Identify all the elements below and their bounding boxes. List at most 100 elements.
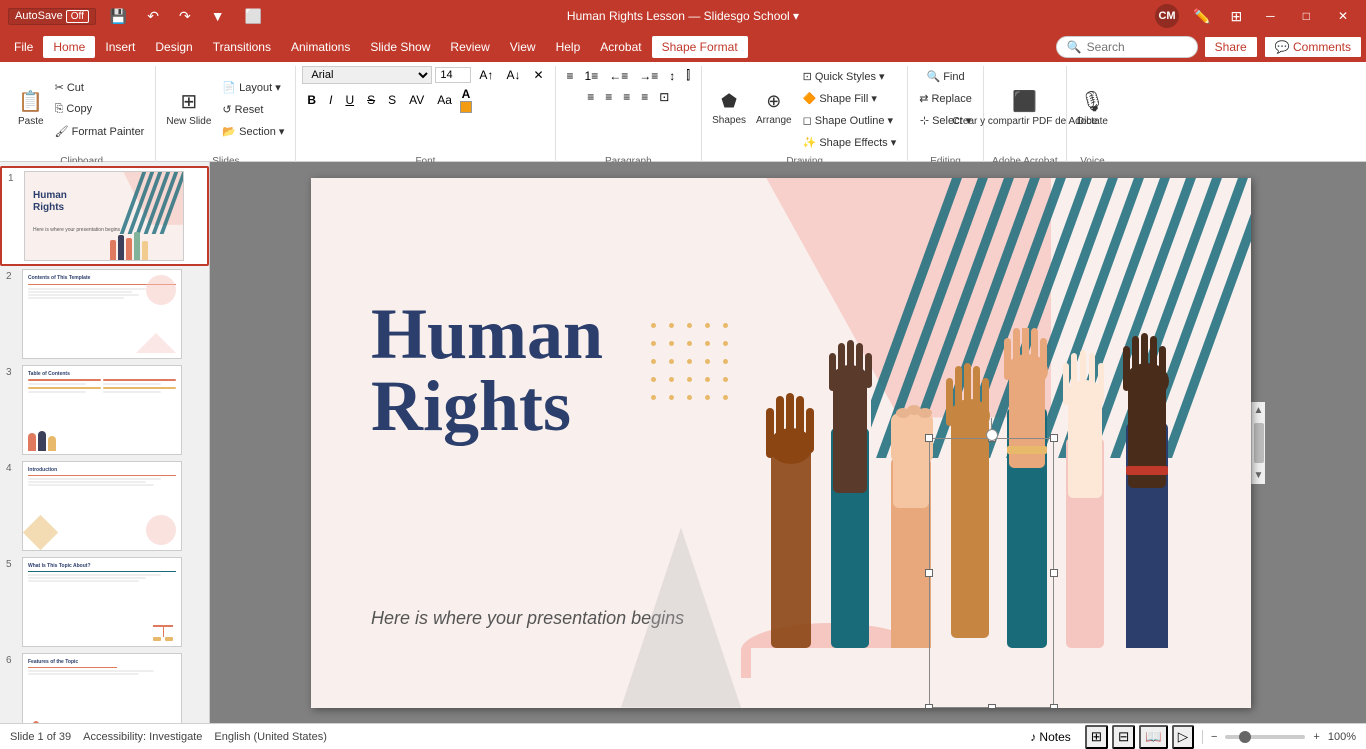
shape-outline-button[interactable]: ◻ Shape Outline ▾ — [798, 110, 902, 130]
change-case-button[interactable]: Aa — [432, 91, 457, 109]
menu-view[interactable]: View — [500, 36, 546, 58]
strikethrough-button[interactable]: S — [362, 91, 380, 109]
font-decrease-button[interactable]: A↓ — [501, 66, 525, 84]
increase-indent-button[interactable]: →≡ — [634, 67, 663, 85]
menu-acrobat[interactable]: Acrobat — [590, 36, 651, 58]
menu-file[interactable]: File — [4, 36, 43, 58]
slide-item-1[interactable]: 1 — [0, 166, 209, 266]
slide-item-6[interactable]: 6 Features of the Topic — [0, 650, 209, 723]
search-input[interactable] — [1087, 40, 1187, 54]
menu-help[interactable]: Help — [546, 36, 591, 58]
present-button[interactable]: ⬜ — [239, 6, 268, 27]
canvas-area: Human Rights Here is where your presenta… — [210, 162, 1366, 723]
shape-fill-button[interactable]: 🔶 Shape Fill ▾ — [798, 88, 902, 108]
cut-button[interactable]: ✂ Cut — [50, 77, 150, 97]
menu-slideshow[interactable]: Slide Show — [360, 36, 440, 58]
align-right-button[interactable]: ≡ — [618, 88, 635, 106]
autosave-button[interactable]: AutoSave Off — [8, 8, 96, 25]
layout-button[interactable]: 📄 Layout ▾ — [217, 77, 289, 97]
font-size-input[interactable] — [435, 67, 471, 83]
new-slide-button[interactable]: ⊞ New Slide — [162, 83, 215, 135]
font-color-swatch[interactable] — [460, 101, 472, 113]
slide-num-6: 6 — [6, 655, 18, 666]
comments-button[interactable]: 💬 Comments — [1264, 36, 1362, 58]
dictate-button[interactable]: 🎙 Dictate — [1073, 83, 1112, 135]
quick-styles-button[interactable]: ⊡ Quick Styles ▾ — [798, 66, 902, 86]
restore-button[interactable]: □ — [1293, 5, 1320, 27]
bullets-button[interactable]: ≡ — [562, 67, 579, 85]
numbering-button[interactable]: 1≡ — [580, 67, 604, 85]
font-content: Arial A↑ A↓ ✕ B I U S S AV Aa A — [302, 66, 548, 154]
underline-button[interactable]: U — [340, 91, 359, 109]
s6-title: Features of the Topic — [28, 659, 176, 665]
notes-button[interactable]: ♪ Notes — [1024, 728, 1077, 746]
font-increase-button[interactable]: A↑ — [474, 66, 498, 84]
shape-effects-button[interactable]: ✨ Shape Effects ▾ — [798, 132, 902, 152]
slide-subtitle[interactable]: Here is where your presentation begins — [371, 608, 684, 629]
share-button[interactable]: Share — [1204, 36, 1258, 58]
slide-item-3[interactable]: 3 Table of Contents — [0, 362, 209, 458]
font-family-select[interactable]: Arial — [302, 66, 432, 84]
align-left-button[interactable]: ≡ — [582, 88, 599, 106]
right-scrollbar[interactable]: ▲ ▼ — [1251, 402, 1265, 484]
slide-item-2[interactable]: 2 Contents of This Template — [0, 266, 209, 362]
menu-insert[interactable]: Insert — [95, 36, 145, 58]
reset-button[interactable]: ↺ Reset — [217, 99, 289, 119]
slide-thumb-6: Features of the Topic — [22, 653, 182, 723]
italic-button[interactable]: I — [324, 91, 337, 109]
new-slide-icon: ⊞ — [180, 90, 197, 114]
replace-button[interactable]: ⇄ Replace — [914, 88, 977, 108]
autosave-state[interactable]: Off — [66, 10, 89, 23]
scroll-up-arrow[interactable]: ▲ — [1251, 402, 1267, 419]
align-center-button[interactable]: ≡ — [600, 88, 617, 106]
menu-shape-format[interactable]: Shape Format — [652, 36, 748, 58]
menu-home[interactable]: Home — [43, 36, 95, 58]
slides-content: ⊞ New Slide 📄 Layout ▾ ↺ Reset 📂 Section… — [162, 66, 289, 154]
quick-access-button[interactable]: ▼ — [205, 6, 231, 26]
font-row-2: B I U S S AV Aa A — [302, 87, 472, 113]
columns-button[interactable]: ⫿ — [681, 66, 695, 85]
smart-art-button[interactable]: ⊡ — [654, 88, 674, 106]
minimize-button[interactable]: ─ — [1256, 5, 1285, 27]
menu-animations[interactable]: Animations — [281, 36, 360, 58]
slide-canvas[interactable]: Human Rights Here is where your presenta… — [311, 178, 1251, 708]
search-box[interactable]: 🔍 — [1056, 36, 1198, 58]
bold-button[interactable]: B — [302, 91, 321, 109]
redo-button[interactable]: ↷ — [173, 6, 197, 27]
slideshow-button[interactable]: ▷ — [1172, 725, 1194, 749]
copy-button[interactable]: ⎘ Copy — [50, 99, 150, 119]
scroll-thumb[interactable] — [1254, 423, 1264, 463]
close-button[interactable]: ✕ — [1328, 5, 1358, 27]
scroll-down-arrow[interactable]: ▼ — [1251, 467, 1267, 484]
char-spacing-button[interactable]: AV — [404, 91, 429, 109]
paste-button[interactable]: 📋 Paste — [14, 83, 48, 135]
save-button[interactable]: 💾 — [104, 6, 133, 27]
shadow-button[interactable]: S — [383, 91, 401, 109]
ribbon-group-clipboard: 📋 Paste ✂ Cut ⎘ Copy 🖌 Format Painter Cl… — [8, 66, 156, 168]
arrange-button[interactable]: ⊕ Arrange — [752, 83, 796, 135]
format-painter-button[interactable]: 🖌 Format Painter — [50, 121, 150, 141]
menu-transitions[interactable]: Transitions — [203, 36, 281, 58]
slide-item-5[interactable]: 5 What Is This Topic About? — [0, 554, 209, 650]
normal-view-button[interactable]: ⊞ — [1085, 725, 1108, 749]
slide-main-title[interactable]: Human Rights — [371, 298, 603, 442]
find-button[interactable]: 🔍 Find — [921, 66, 969, 86]
zoom-slider[interactable] — [1225, 735, 1305, 739]
shapes-button[interactable]: ⬟ Shapes — [708, 83, 750, 135]
user-avatar[interactable]: CM — [1155, 4, 1179, 28]
slide-item-4[interactable]: 4 Introduction — [0, 458, 209, 554]
clear-format-button[interactable]: ✕ — [528, 66, 548, 84]
menu-design[interactable]: Design — [145, 36, 202, 58]
menu-review[interactable]: Review — [440, 36, 499, 58]
section-button[interactable]: 📂 Section ▾ — [217, 121, 289, 141]
pen-button[interactable]: ✏️ — [1187, 6, 1216, 27]
decrease-indent-button[interactable]: ←≡ — [604, 67, 633, 85]
layout-view-button[interactable]: ⊞ — [1224, 6, 1248, 27]
align-justify-button[interactable]: ≡ — [636, 88, 653, 106]
line-spacing-button[interactable]: ↕ — [664, 67, 680, 85]
reading-view-button[interactable]: 📖 — [1139, 725, 1168, 749]
view-buttons: ⊞ ⊟ 📖 ▷ — [1085, 725, 1194, 749]
adobe-create-button[interactable]: ⬛ Crear y compartir PDF de Adobe — [990, 83, 1060, 135]
slide-sorter-button[interactable]: ⊟ — [1112, 725, 1135, 749]
undo-button[interactable]: ↶ — [141, 6, 165, 27]
